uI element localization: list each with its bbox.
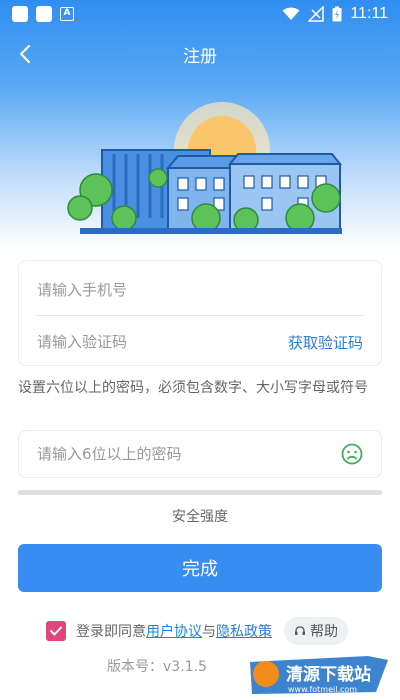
headset-icon	[295, 626, 305, 635]
password-input[interactable]	[37, 445, 333, 463]
watermark-url: www.fotmeil.com	[288, 685, 357, 694]
get-code-button[interactable]: 获取验证码	[288, 332, 363, 353]
help-button[interactable]: 帮助	[284, 617, 348, 645]
phone-row	[37, 264, 363, 316]
agreement-row: 登录即同意 用户协议 与 隐私政策 帮助	[46, 617, 348, 645]
notification-square-icon	[36, 6, 52, 22]
code-row: 获取验证码	[37, 316, 363, 368]
privacy-link[interactable]: 隐私政策	[216, 621, 272, 641]
chevron-left-icon[interactable]	[14, 42, 38, 66]
strength-bar	[18, 490, 382, 495]
status-bar: A 11:11	[0, 0, 400, 28]
nav-bar: 注册	[0, 34, 400, 74]
check-icon	[50, 626, 62, 636]
notification-square-icon	[12, 6, 28, 22]
status-time: 11:11	[350, 5, 388, 22]
phone-input[interactable]	[37, 280, 363, 299]
terms-link[interactable]: 用户协议	[146, 621, 202, 641]
verification-code-input[interactable]	[37, 333, 288, 351]
strength-label: 安全强度	[172, 509, 228, 525]
watermark-text: 清源下载站	[286, 664, 371, 685]
app-a-icon: A	[60, 7, 74, 21]
password-hint: 设置六位以上的密码，必须包含数字、大小写字母或符号	[18, 380, 368, 396]
help-label: 帮助	[310, 624, 338, 640]
agreement-prefix: 登录即同意	[76, 624, 146, 640]
version-label: 版本号：v3.1.5	[107, 659, 207, 675]
agreement-joiner: 与	[202, 624, 216, 640]
phone-code-card: 获取验证码	[18, 260, 382, 366]
wifi-icon	[282, 7, 300, 20]
sad-face-icon	[341, 443, 363, 465]
city-illustration	[67, 102, 343, 234]
submit-button[interactable]: 完成	[18, 544, 382, 592]
agree-checkbox[interactable]	[46, 621, 66, 641]
password-card	[18, 430, 382, 478]
page-title: 注册	[183, 46, 217, 67]
watermark-logo: 清源下载站 www.fotmeil.com	[250, 656, 388, 694]
password-row	[37, 431, 363, 477]
battery-charging-icon	[332, 6, 342, 22]
no-signal-icon	[308, 6, 325, 22]
